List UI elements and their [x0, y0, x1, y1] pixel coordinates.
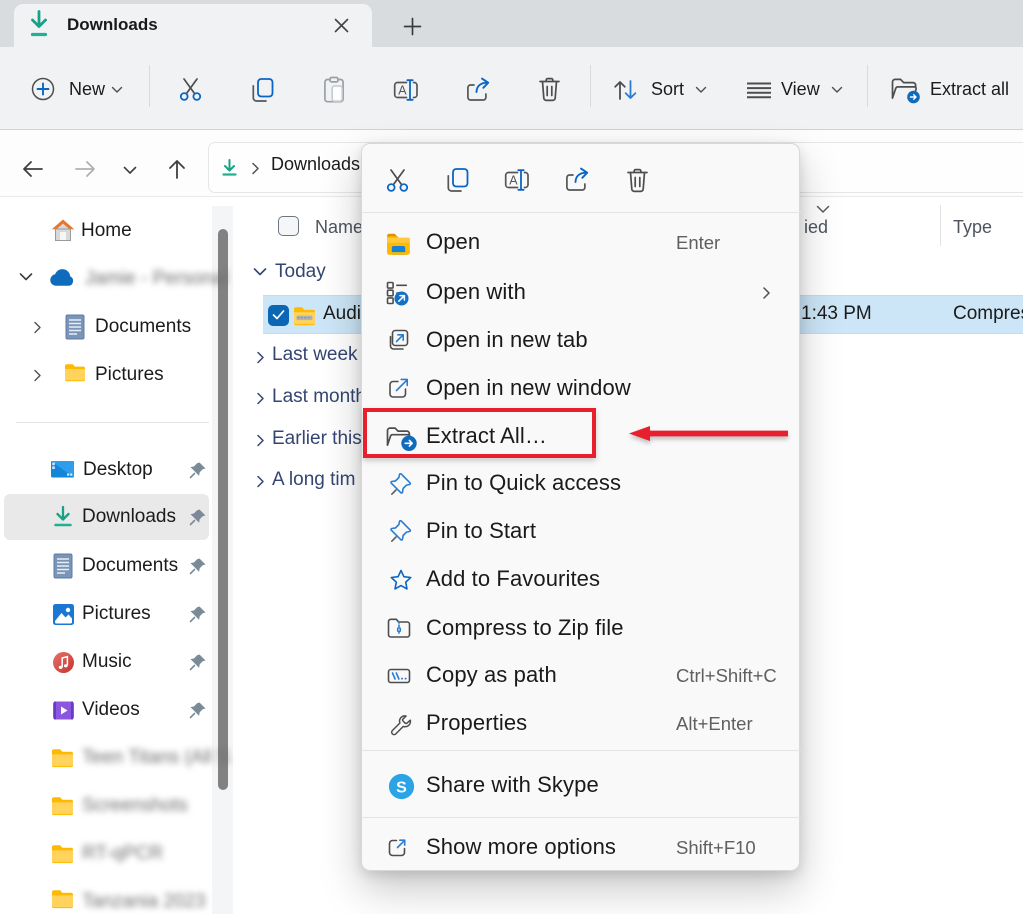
svg-text:S: S [396, 779, 407, 796]
svg-text:A: A [398, 84, 407, 98]
svg-text:A: A [509, 174, 518, 188]
